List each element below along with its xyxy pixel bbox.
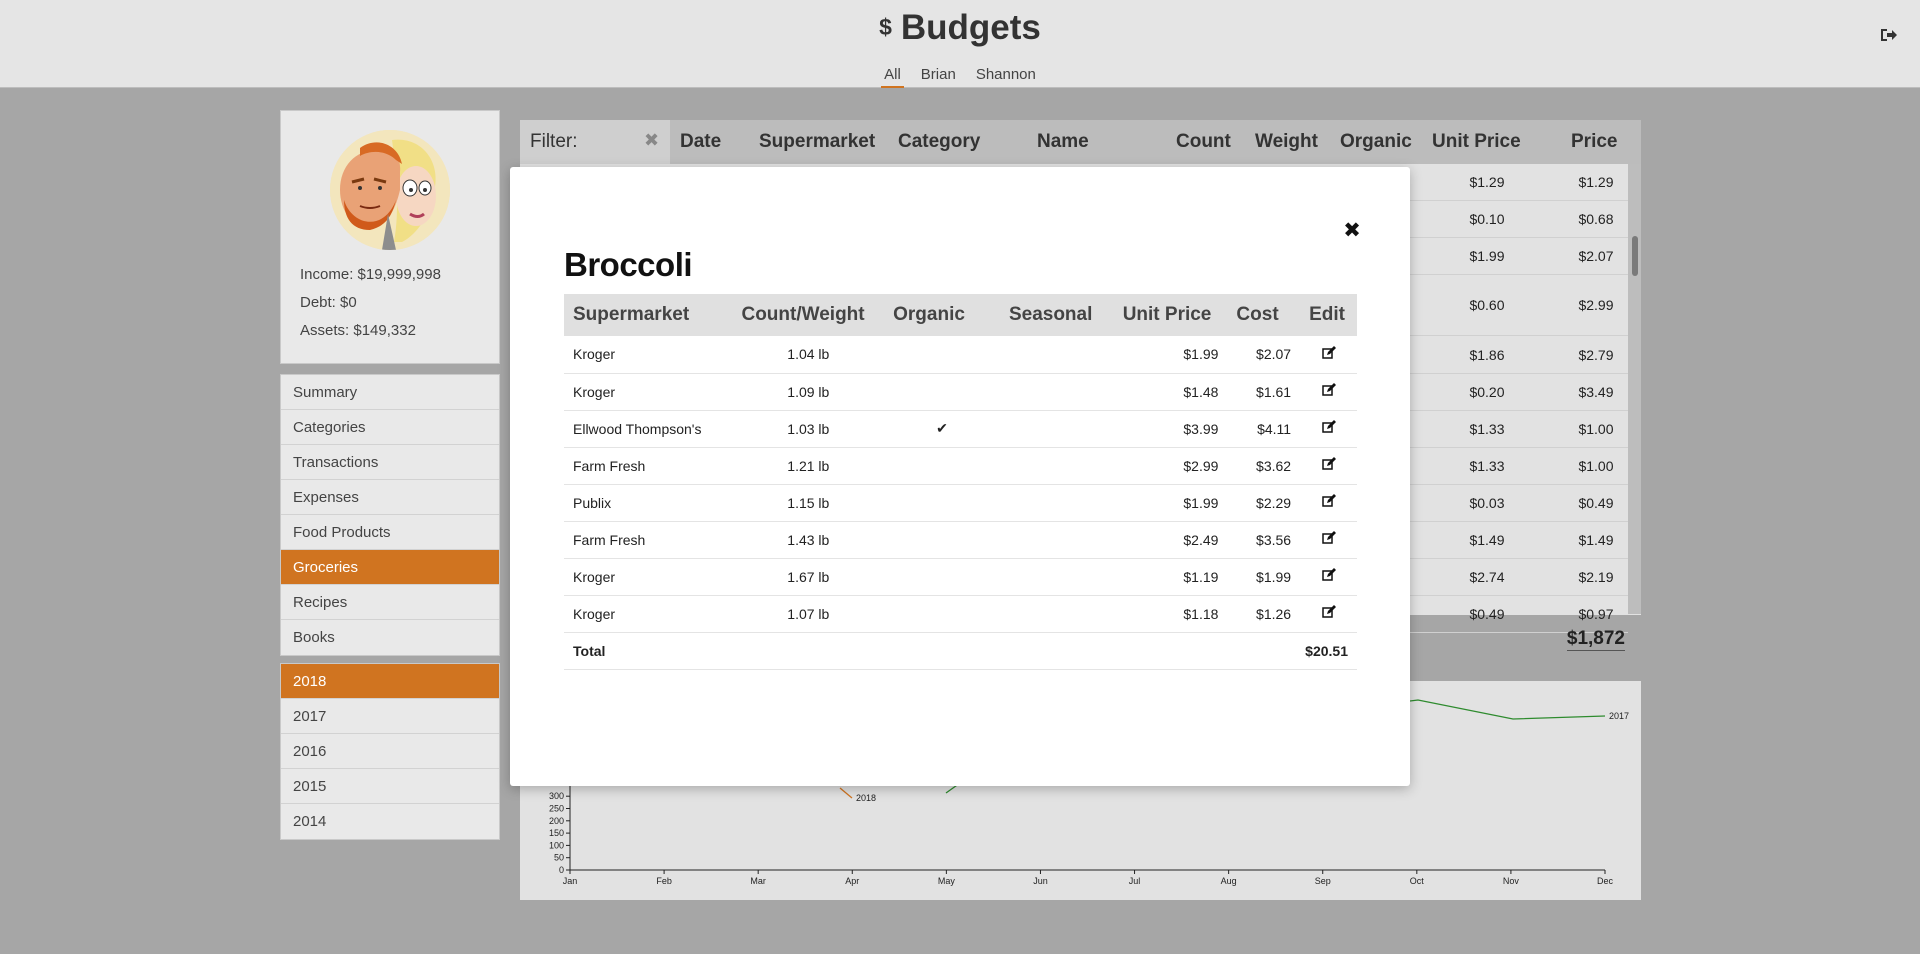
organic-cell xyxy=(884,521,1000,559)
weight-cell: 1.43 lb xyxy=(732,521,885,559)
unit-price-cell: $1.19 xyxy=(1113,558,1228,596)
purchase-row: Kroger 1.07 lb $1.18 $1.26 xyxy=(564,595,1357,633)
weight-cell: 1.07 lb xyxy=(732,595,885,633)
weight-cell: 1.04 lb xyxy=(732,336,885,374)
cost-cell: $1.61 xyxy=(1227,373,1301,411)
purchase-table-header: Supermarket Count/Weight Organic Seasona… xyxy=(564,294,1357,336)
seasonal-cell xyxy=(999,521,1114,559)
organic-cell xyxy=(884,595,1000,633)
purchase-table: Supermarket Count/Weight Organic Seasona… xyxy=(564,294,1357,670)
seasonal-cell xyxy=(999,595,1114,633)
supermarket-cell: Publix xyxy=(564,484,733,522)
purchase-row: Farm Fresh 1.43 lb $2.49 $3.56 xyxy=(564,521,1357,559)
edit-icon[interactable] xyxy=(1300,336,1357,374)
close-icon[interactable]: ✖ xyxy=(1340,219,1364,243)
edit-icon[interactable] xyxy=(1300,410,1357,448)
unit-price-cell: $3.99 xyxy=(1113,410,1228,448)
total-label: Total xyxy=(564,632,733,670)
seasonal-cell xyxy=(999,373,1114,411)
cost-cell: $3.56 xyxy=(1227,521,1301,559)
purchase-row: Publix 1.15 lb $1.99 $2.29 xyxy=(564,484,1357,522)
supermarket-cell: Kroger xyxy=(564,595,733,633)
unit-price-cell: $1.48 xyxy=(1113,373,1228,411)
supermarket-cell: Farm Fresh xyxy=(564,447,733,485)
edit-icon[interactable] xyxy=(1300,447,1357,485)
unit-price-cell: $2.99 xyxy=(1113,447,1228,485)
organic-cell xyxy=(884,484,1000,522)
col-edit[interactable]: Edit xyxy=(1300,294,1357,336)
organic-cell xyxy=(884,373,1000,411)
modal-title: Broccoli xyxy=(564,246,693,283)
seasonal-cell xyxy=(999,336,1114,374)
unit-price-cell: $2.49 xyxy=(1113,521,1228,559)
col-seasonal[interactable]: Seasonal xyxy=(999,294,1114,336)
cost-cell: $4.11 xyxy=(1227,410,1301,448)
total-value: $20.51 xyxy=(1227,632,1357,670)
seasonal-cell xyxy=(999,484,1114,522)
total-row: Total $20.51 xyxy=(564,632,1357,670)
cost-cell: $2.29 xyxy=(1227,484,1301,522)
cost-cell: $3.62 xyxy=(1227,447,1301,485)
seasonal-cell xyxy=(999,447,1114,485)
organic-cell xyxy=(884,336,1000,374)
supermarket-cell: Ellwood Thompson's xyxy=(564,410,733,448)
col-organic[interactable]: Organic xyxy=(884,294,1000,336)
organic-cell xyxy=(884,558,1000,596)
check-icon: ✔ xyxy=(936,420,948,436)
edit-icon[interactable] xyxy=(1300,595,1357,633)
col-count-weight[interactable]: Count/Weight xyxy=(732,294,885,336)
edit-icon[interactable] xyxy=(1300,373,1357,411)
purchase-row: Farm Fresh 1.21 lb $2.99 $3.62 xyxy=(564,447,1357,485)
edit-icon[interactable] xyxy=(1300,484,1357,522)
purchase-row: Kroger 1.09 lb $1.48 $1.61 xyxy=(564,373,1357,411)
edit-icon[interactable] xyxy=(1300,558,1357,596)
unit-price-cell: $1.99 xyxy=(1113,484,1228,522)
seasonal-cell xyxy=(999,410,1114,448)
cost-cell: $1.99 xyxy=(1227,558,1301,596)
supermarket-cell: Farm Fresh xyxy=(564,521,733,559)
weight-cell: 1.03 lb xyxy=(732,410,885,448)
supermarket-cell: Kroger xyxy=(564,558,733,596)
edit-icon[interactable] xyxy=(1300,521,1357,559)
weight-cell: 1.09 lb xyxy=(732,373,885,411)
organic-cell: ✔ xyxy=(884,410,1000,448)
product-modal: ✖ Broccoli Supermarket Count/Weight Orga… xyxy=(510,167,1410,786)
supermarket-cell: Kroger xyxy=(564,336,733,374)
cost-cell: $2.07 xyxy=(1227,336,1301,374)
seasonal-cell xyxy=(999,558,1114,596)
weight-cell: 1.21 lb xyxy=(732,447,885,485)
organic-cell xyxy=(884,447,1000,485)
purchase-row: Kroger 1.67 lb $1.19 $1.99 xyxy=(564,558,1357,596)
col-supermarket[interactable]: Supermarket xyxy=(564,294,733,336)
purchase-row: Ellwood Thompson's 1.03 lb ✔ $3.99 $4.11 xyxy=(564,410,1357,448)
weight-cell: 1.15 lb xyxy=(732,484,885,522)
cost-cell: $1.26 xyxy=(1227,595,1301,633)
purchase-row: Kroger 1.04 lb $1.99 $2.07 xyxy=(564,336,1357,374)
col-unit-price[interactable]: Unit Price xyxy=(1113,294,1228,336)
weight-cell: 1.67 lb xyxy=(732,558,885,596)
unit-price-cell: $1.18 xyxy=(1113,595,1228,633)
unit-price-cell: $1.99 xyxy=(1113,336,1228,374)
col-cost[interactable]: Cost xyxy=(1227,294,1301,336)
supermarket-cell: Kroger xyxy=(564,373,733,411)
